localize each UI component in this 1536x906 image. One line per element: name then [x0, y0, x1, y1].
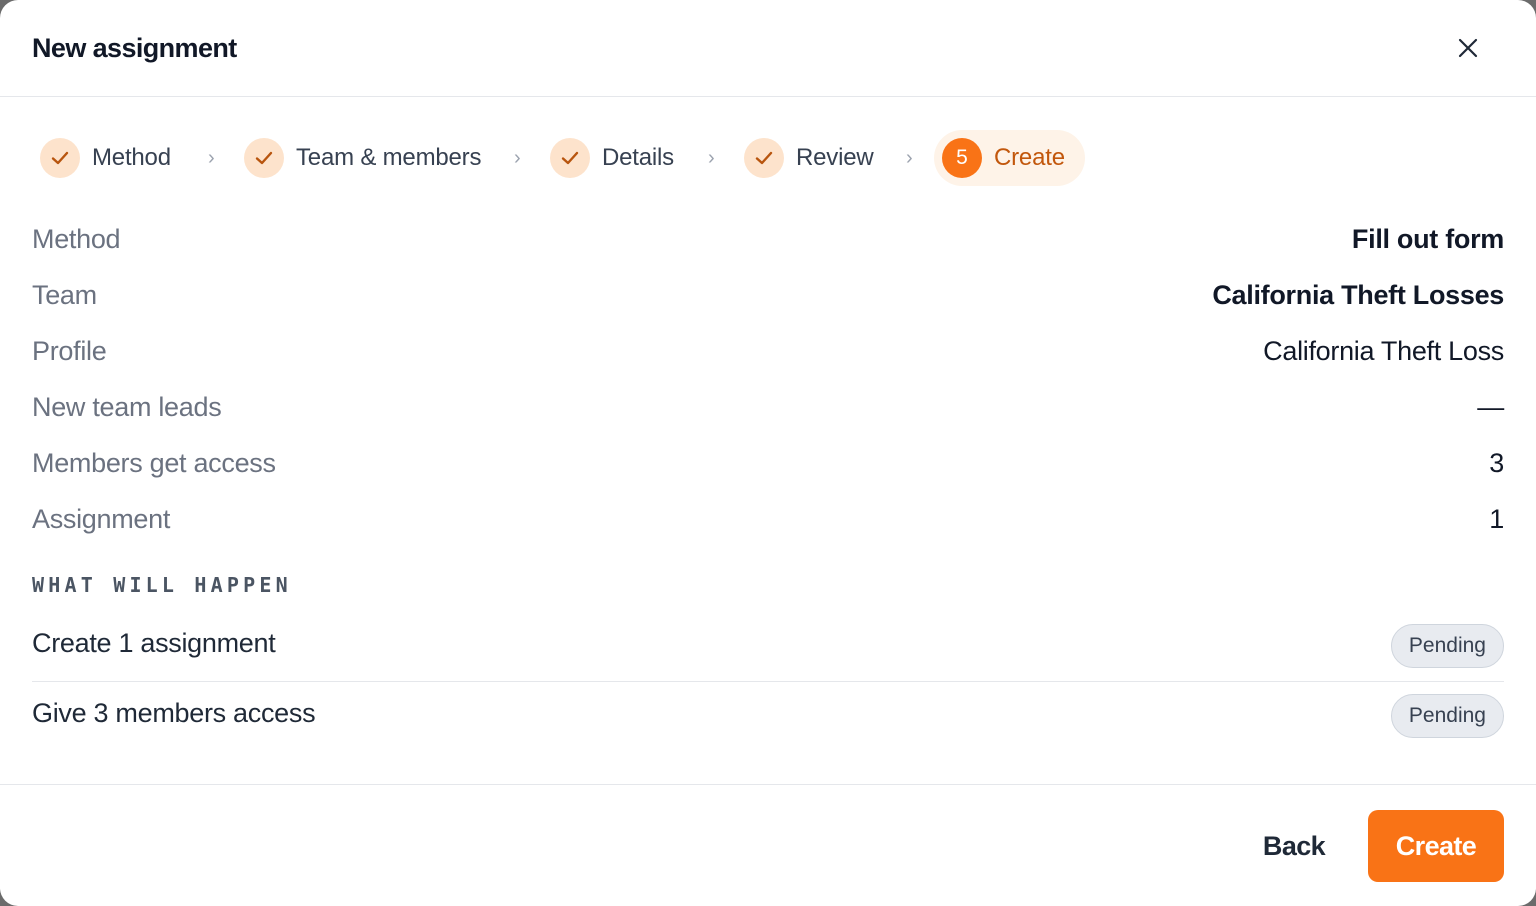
summary-value: 1 — [1489, 504, 1504, 534]
summary-row-method: Method Fill out form — [32, 218, 1504, 258]
action-row: Give 3 members access Pending — [32, 682, 1504, 752]
summary-key: Method — [32, 224, 121, 254]
summary-row-team: Team California Theft Losses — [32, 274, 1504, 314]
close-button[interactable] — [1446, 26, 1490, 70]
summary-row-members-access: Members get access 3 — [32, 442, 1504, 482]
action-text: Give 3 members access — [32, 698, 316, 728]
step-method[interactable]: Method — [40, 130, 171, 186]
summary-value: California Theft Losses — [1212, 280, 1504, 310]
summary-row-assignment: Assignment 1 — [32, 498, 1504, 538]
chevron-right-icon: › — [208, 147, 215, 169]
step-label: Team & members — [296, 144, 482, 171]
summary-row-profile: Profile California Theft Loss — [32, 330, 1504, 370]
status-badge: Pending — [1390, 624, 1504, 668]
back-button[interactable]: Back — [1246, 810, 1342, 882]
dialog-title: New assignment — [32, 33, 237, 63]
action-text: Create 1 assignment — [32, 628, 276, 658]
chevron-right-icon: › — [514, 147, 521, 169]
check-icon — [40, 138, 80, 178]
status-badge: Pending — [1390, 694, 1504, 738]
step-team-members[interactable]: Team & members — [244, 130, 481, 186]
dialog-footer: Back Create — [0, 784, 1536, 906]
chevron-right-icon: › — [708, 147, 715, 169]
step-details[interactable]: Details — [550, 130, 674, 186]
summary-key: Profile — [32, 336, 107, 366]
step-label: Create — [994, 144, 1065, 171]
summary-value: — — [1477, 392, 1504, 422]
action-row: Create 1 assignment Pending — [32, 612, 1504, 682]
step-review[interactable]: Review — [744, 130, 874, 186]
step-create[interactable]: 5 Create — [934, 130, 1085, 186]
summary-value: California Theft Loss — [1263, 336, 1504, 366]
step-number: 5 — [942, 138, 982, 178]
dialog-header: New assignment — [0, 0, 1536, 97]
summary-key: Members get access — [32, 448, 276, 478]
check-icon — [244, 138, 284, 178]
section-heading: WHAT WILL HAPPEN — [32, 573, 292, 597]
stepper: Method › Team & members › Details › Revi… — [32, 130, 1132, 186]
check-icon — [550, 138, 590, 178]
summary-value: Fill out form — [1351, 224, 1504, 254]
step-label: Details — [602, 144, 674, 171]
new-assignment-dialog: New assignment Method › Team & members › — [0, 0, 1536, 906]
chevron-right-icon: › — [906, 147, 913, 169]
summary-key: Assignment — [32, 504, 171, 534]
create-button[interactable]: Create — [1368, 810, 1504, 882]
summary-value: 3 — [1489, 448, 1504, 478]
step-label: Method — [92, 144, 171, 171]
step-label: Review — [796, 144, 874, 171]
check-icon — [744, 138, 784, 178]
summary-key: Team — [32, 280, 97, 310]
summary-row-new-team-leads: New team leads — — [32, 386, 1504, 426]
close-icon — [1458, 38, 1478, 58]
summary-key: New team leads — [32, 392, 222, 422]
